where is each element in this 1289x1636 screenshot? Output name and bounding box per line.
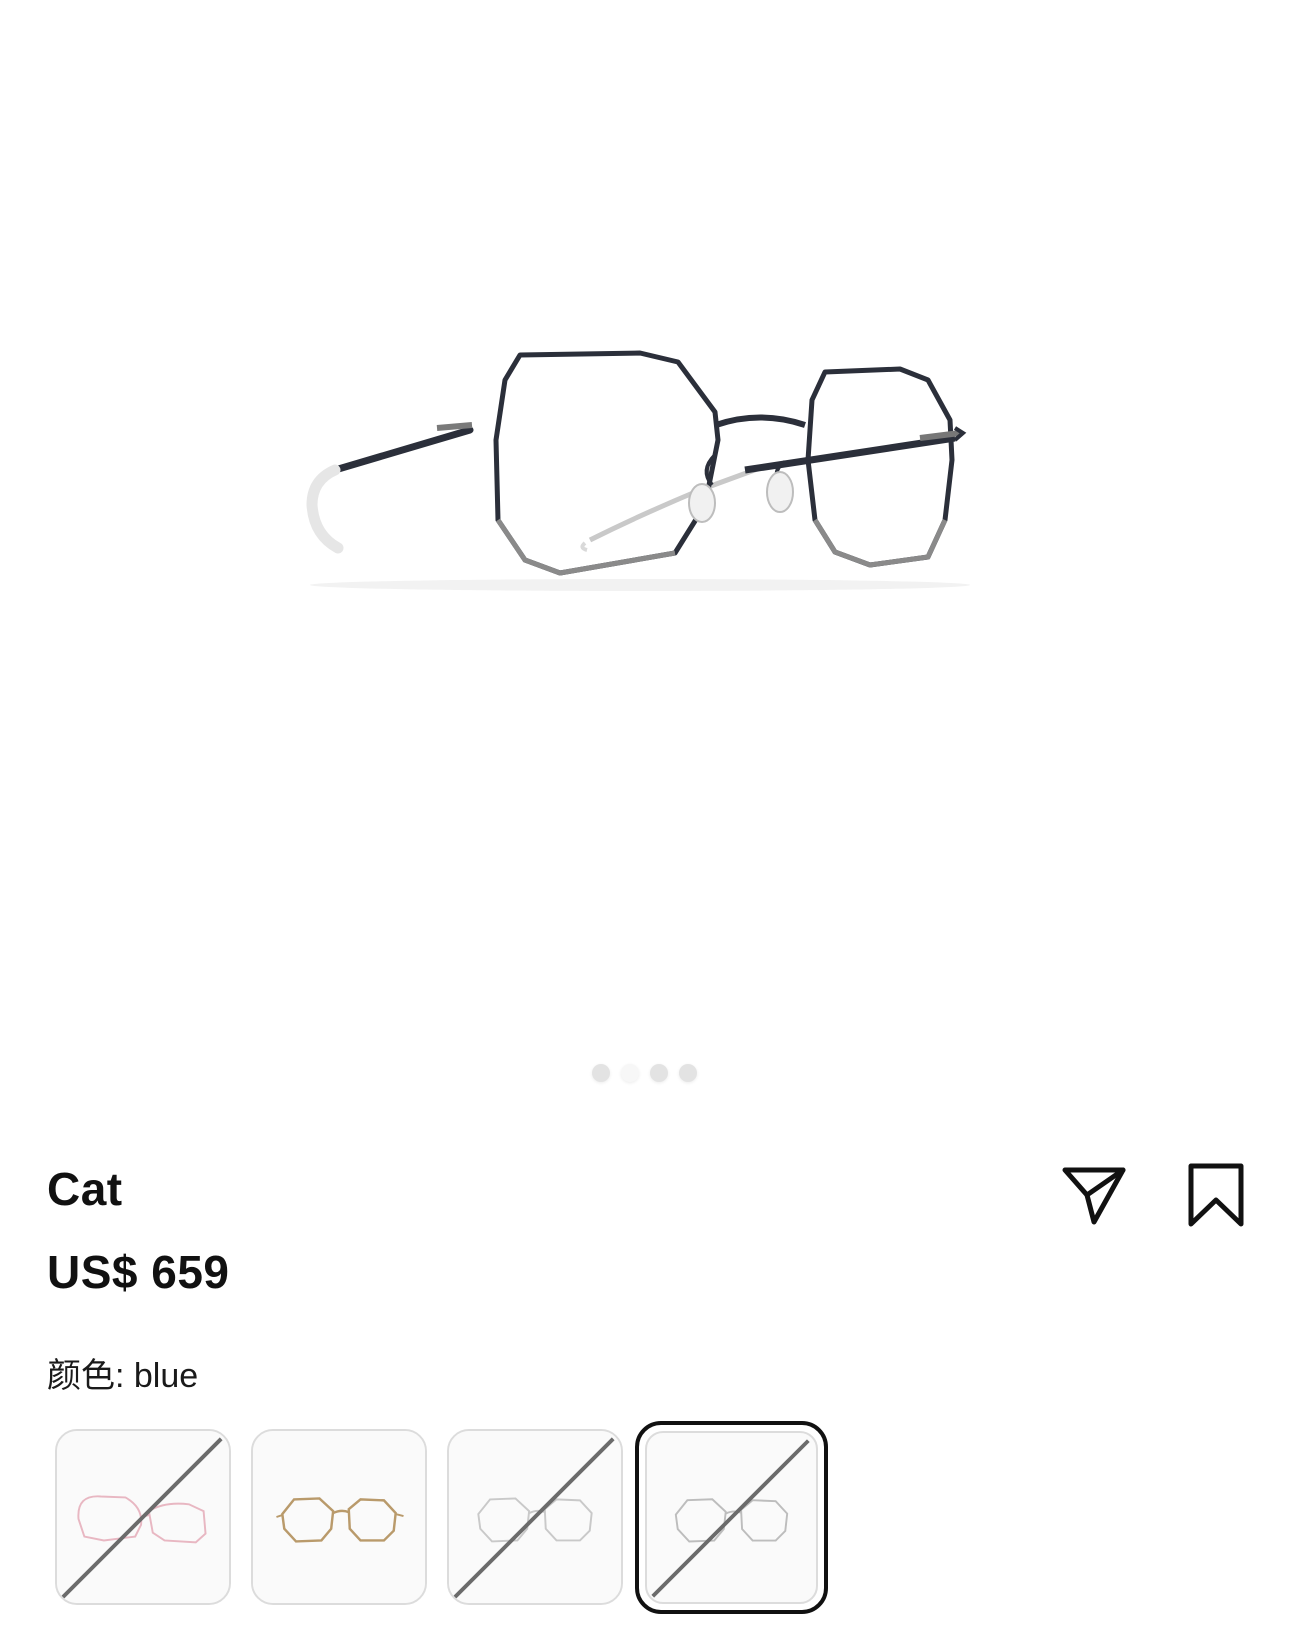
eyeglasses-thumbnail-icon [276,1497,404,1543]
swatch-image [253,1431,425,1603]
color-option-gold[interactable] [251,1429,427,1605]
carousel-pagination[interactable] [0,1064,1289,1082]
eyeglasses-thumbnail-icon [651,1439,810,1598]
selected-color-label: 颜色: blue [47,1357,199,1395]
color-option-blue[interactable] [635,1421,828,1614]
color-option-silver[interactable] [447,1429,623,1605]
paper-plane-icon [1062,1167,1126,1225]
carousel-dot-4[interactable] [679,1064,697,1082]
bookmark-icon [1188,1163,1244,1227]
share-button[interactable] [1059,1160,1129,1230]
product-image[interactable] [0,0,1289,1100]
eyeglasses-frame-image [306,350,970,591]
bookmark-button[interactable] [1181,1160,1251,1230]
product-actions [1029,1160,1289,1230]
carousel-dot-3[interactable] [650,1064,668,1082]
product-price: US$ 659 [47,1246,230,1298]
swatch-image [645,1431,818,1604]
eyeglasses-thumbnail-icon [453,1437,615,1599]
color-options [55,1421,855,1614]
product-name: Cat [47,1163,123,1215]
eyeglasses-thumbnail-icon [61,1437,223,1599]
swatch-image [57,1431,229,1603]
carousel-dot-2[interactable] [621,1064,639,1082]
color-option-pink[interactable] [55,1429,231,1605]
swatch-image [449,1431,621,1603]
carousel-dot-1[interactable] [592,1064,610,1082]
